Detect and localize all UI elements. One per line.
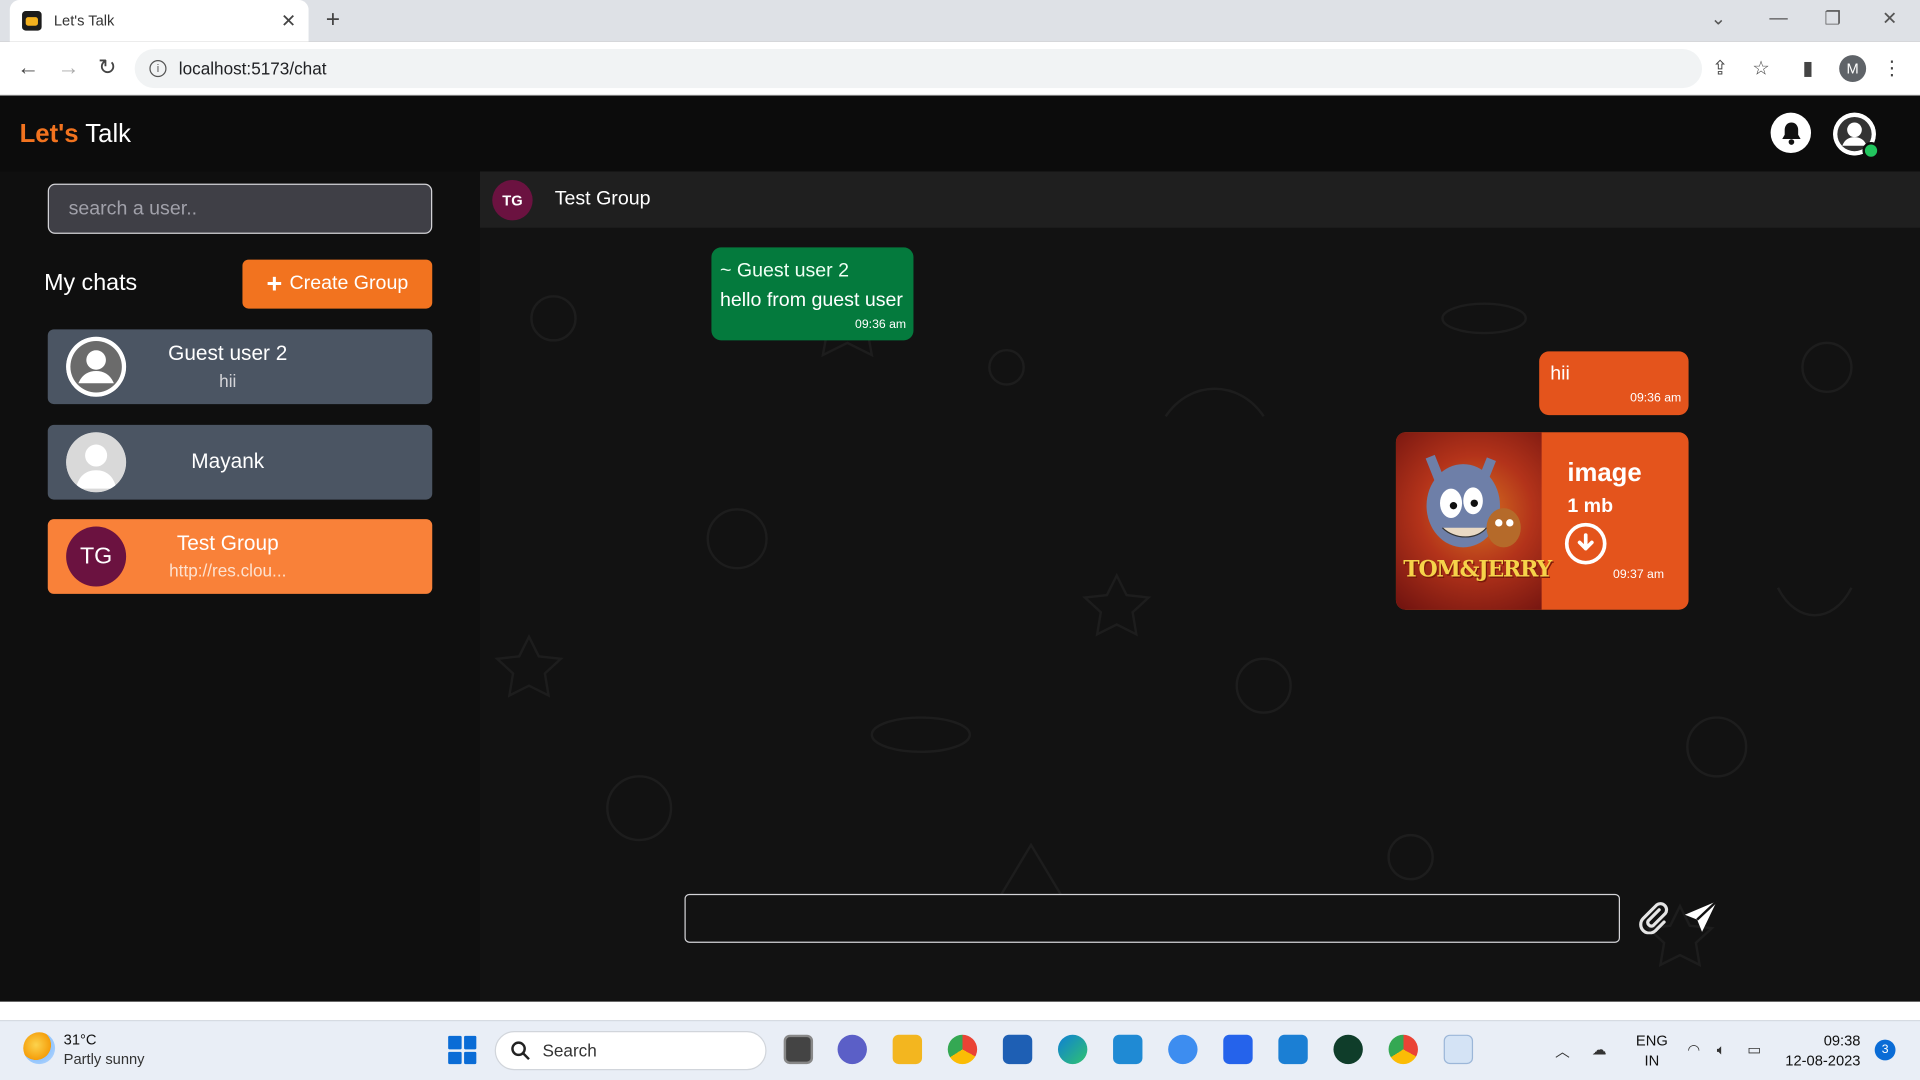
create-group-button[interactable]: + Create Group [242,259,433,309]
weather-temperature: 31°C [63,1031,97,1049]
windows-start-icon[interactable] [448,1035,477,1065]
file-explorer-icon[interactable] [892,1034,923,1065]
back-icon[interactable]: ← [17,55,39,81]
chat-item-name: Test Group [176,531,279,555]
notification-count-badge[interactable]: 3 [1874,1039,1896,1061]
share-icon[interactable]: ⇪ [1712,56,1728,80]
bookmark-star-icon[interactable]: ☆ [1752,56,1770,80]
notification-bell-icon[interactable] [1770,112,1812,154]
forward-icon[interactable]: → [58,55,80,81]
store-icon[interactable] [1223,1034,1253,1065]
address-bar[interactable]: i localhost:5173/chat [134,48,1703,89]
weather-condition: Partly sunny [63,1050,145,1068]
tray-overflow-chevron-icon[interactable]: ︿ [1555,1041,1570,1062]
plus-icon: + [266,268,283,299]
message-sender: ~ Guest user 2 [720,260,850,282]
image-thumbnail-caption: TOM&JERRY [1403,557,1552,583]
message-text: hello from guest user [720,290,903,312]
taskbar-search[interactable]: Search [494,1031,767,1071]
app-favicon-icon [22,11,42,31]
download-icon[interactable] [1564,522,1607,565]
side-panel-icon[interactable]: ▮ [1802,56,1813,80]
attachment-size: 1 mb [1567,495,1614,517]
browser-tab[interactable]: Let's Talk ✕ [9,0,309,42]
new-tab-icon[interactable]: + [326,6,340,34]
tab-search-chevron-icon[interactable]: ⌄ [1711,7,1726,30]
image-thumbnail[interactable]: TOM&JERRY [1395,432,1552,610]
tab-close-icon[interactable]: ✕ [281,10,296,32]
person-silhouette-icon [66,432,127,493]
mail-icon[interactable] [1002,1034,1033,1065]
send-icon[interactable] [1682,899,1719,936]
minimize-icon[interactable]: — [1769,7,1787,28]
message-input[interactable] [684,893,1621,943]
edge-icon[interactable] [1057,1034,1088,1065]
chat-header-title[interactable]: Test Group [555,189,651,211]
chat-item-mayank[interactable]: Mayank [47,424,433,500]
app-logo: Let's Talk [19,120,132,149]
system-clock[interactable]: 09:38 12-08-2023 [1785,1031,1860,1070]
chat-item-name: Mayank [191,449,265,473]
weather-icon[interactable] [23,1032,56,1065]
search-icon [511,1041,530,1061]
image-message[interactable]: TOM&JERRY image 1 mb 09:37 am [1395,432,1689,610]
restore-icon[interactable]: ❐ [1824,7,1840,30]
default-user-icon [66,336,127,397]
message-time: 09:37 am [1613,568,1665,582]
group-avatar: TG [66,526,127,587]
doodle-background [494,278,1853,968]
volume-icon[interactable]: 🔈︎ [1717,1041,1726,1059]
weather-app-icon[interactable] [1168,1034,1198,1065]
chat-header [480,171,1920,228]
my-chats-heading: My chats [44,270,138,297]
paperclip-icon[interactable] [1636,900,1670,935]
tab-title: Let's Talk [53,12,115,30]
language-indicator[interactable]: ENG IN [1636,1031,1668,1070]
chrome-profile-icon[interactable] [1388,1034,1418,1065]
app-header: Let's Talk [0,95,1920,172]
mongodb-compass-icon[interactable] [1333,1034,1363,1065]
message-time: 09:36 am [1630,391,1682,406]
chat-messages-area [480,171,1920,1002]
vscode-icon[interactable] [1278,1034,1308,1065]
teams-chat-icon[interactable] [837,1034,867,1065]
snipping-tool-icon[interactable] [1443,1034,1474,1065]
chrome-icon[interactable] [947,1034,978,1065]
browser-toolbar: ← → ↻ i localhost:5173/chat ⇪ ☆ ▮ ⋮ [0,41,1920,96]
wifi-icon[interactable]: ◠ [1687,1041,1700,1058]
chat-item-guest-user-2[interactable]: Guest user 2 hii [47,329,433,405]
user-search-input[interactable] [47,183,433,234]
page-bottom-strip [0,1001,1920,1021]
attachment-type-label: image [1567,459,1642,488]
site-info-icon[interactable]: i [149,60,167,78]
chat-item-last-message: http://res.clou... [169,560,287,581]
reload-icon[interactable]: ↻ [98,55,116,81]
online-status-dot [1862,142,1880,160]
onedrive-icon[interactable]: ☁ [1592,1041,1607,1058]
message-text: hii [1550,363,1570,385]
message-time: 09:36 am [855,318,907,332]
message-received: ~ Guest user 2 hello from guest user 09:… [711,247,914,341]
create-group-label: Create Group [289,273,409,294]
browser-menu-icon[interactable]: ⋮ [1882,56,1902,80]
chat-item-name: Guest user 2 [168,341,288,365]
chat-header-avatar[interactable]: TG [492,180,533,221]
window-close-icon[interactable]: ✕ [1882,7,1897,30]
task-view-icon[interactable] [783,1034,814,1065]
message-sent: hii 09:36 am [1539,351,1689,416]
taskbar-search-label: Search [542,1040,597,1061]
chat-item-last-message: hii [219,371,237,391]
url-text: localhost:5173/chat [178,58,327,79]
battery-icon[interactable]: ▭ [1747,1041,1761,1058]
chat-item-test-group[interactable]: TG Test Group http://res.clou... [47,519,433,594]
myhp-icon[interactable] [1113,1034,1143,1065]
browser-tabstrip: Let's Talk ✕ + ⌄ — ❐ ✕ [0,0,1920,42]
browser-profile-avatar[interactable]: M [1839,55,1867,83]
